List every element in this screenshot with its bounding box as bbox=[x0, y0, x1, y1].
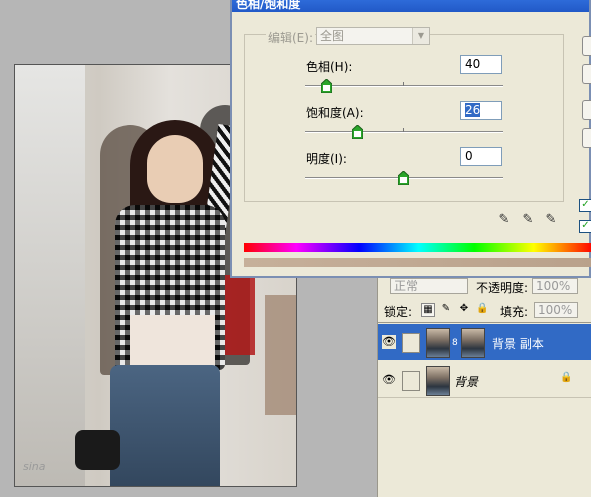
divider bbox=[378, 322, 591, 323]
lightness-slider-thumb[interactable] bbox=[398, 171, 409, 185]
dialog-title: 色相/饱和度 bbox=[236, 0, 301, 11]
hue-spectrum-bar bbox=[244, 243, 591, 252]
cancel-button[interactable] bbox=[582, 64, 591, 84]
ok-button[interactable] bbox=[582, 36, 591, 56]
lock-paint-icon[interactable]: ✎ bbox=[440, 303, 452, 315]
hue-saturation-dialog: 色相/饱和度 编辑(E): 全图 ▼ 色相(H): 40 饱和度(A): 26 … bbox=[230, 0, 591, 278]
layer-row[interactable]: 👁 背景 🔒 bbox=[378, 364, 591, 396]
saturation-input[interactable]: 26 bbox=[460, 101, 502, 120]
edit-dropdown-value: 全图 bbox=[320, 29, 345, 43]
opacity-label: 不透明度: bbox=[476, 281, 529, 295]
lightness-input[interactable]: 0 bbox=[460, 147, 502, 166]
hue-slider-thumb[interactable] bbox=[321, 79, 332, 93]
save-button[interactable] bbox=[582, 128, 591, 148]
jeans bbox=[110, 365, 220, 486]
edit-label: 编辑(E): bbox=[266, 29, 315, 46]
link-icon: 8 bbox=[452, 338, 458, 348]
brush-icon bbox=[402, 333, 420, 353]
layer-name: 背景 bbox=[454, 375, 479, 389]
layer-thumbnail bbox=[426, 366, 450, 396]
lock-position-icon[interactable]: ✥ bbox=[458, 303, 470, 315]
watermark: sina bbox=[23, 460, 46, 473]
layer-thumbnail bbox=[426, 328, 450, 358]
eyedropper-icon[interactable]: ✎ bbox=[496, 212, 512, 228]
visibility-eye-icon[interactable]: 👁 bbox=[382, 373, 396, 387]
edit-dropdown[interactable]: 全图 ▼ bbox=[316, 27, 430, 45]
layer-name: 背景 副本 bbox=[492, 337, 544, 351]
chevron-down-icon: ▼ bbox=[412, 28, 429, 44]
preview-checkbox[interactable]: ✓ bbox=[579, 220, 591, 233]
layer-link-box bbox=[402, 371, 420, 391]
white-top bbox=[130, 315, 215, 370]
fill-label: 填充: bbox=[500, 305, 529, 319]
background-blur bbox=[15, 65, 85, 486]
saturation-slider-midtick bbox=[403, 128, 404, 132]
face bbox=[147, 135, 203, 203]
lightness-label: 明度(I): bbox=[306, 152, 347, 166]
layer-row[interactable]: 👁 8 背景 副本 bbox=[378, 324, 591, 360]
eyedropper-minus-icon[interactable]: ✎ bbox=[543, 212, 559, 228]
saturation-label: 饱和度(A): bbox=[306, 106, 364, 120]
hue-slider-midtick bbox=[403, 82, 404, 86]
fill-input[interactable]: 100% bbox=[534, 302, 578, 318]
hue-label: 色相(H): bbox=[306, 60, 353, 74]
lock-label: 锁定: bbox=[384, 305, 413, 319]
red-background-shape bbox=[220, 275, 255, 355]
visibility-eye-icon[interactable]: 👁 bbox=[382, 335, 396, 349]
lock-icon: 🔒 bbox=[560, 372, 573, 383]
dialog-title-bar[interactable]: 色相/饱和度 bbox=[232, 0, 589, 12]
load-button[interactable] bbox=[582, 100, 591, 120]
opacity-input[interactable]: 100% bbox=[532, 278, 578, 294]
lock-transparency-icon[interactable]: ▦ bbox=[421, 303, 435, 317]
camera bbox=[75, 430, 120, 470]
lock-all-icon[interactable]: 🔒 bbox=[476, 303, 488, 315]
hue-result-bar bbox=[244, 258, 591, 267]
colorize-checkbox[interactable]: ✓ bbox=[579, 199, 591, 212]
saturation-slider-thumb[interactable] bbox=[352, 125, 363, 139]
hue-input[interactable]: 40 bbox=[460, 55, 502, 74]
eyedropper-plus-icon[interactable]: ✎ bbox=[520, 212, 536, 228]
background-figure-right bbox=[265, 295, 296, 415]
blend-mode-dropdown[interactable]: 正常 bbox=[390, 278, 468, 294]
hue-slider-track[interactable] bbox=[305, 85, 503, 87]
saturation-slider-track[interactable] bbox=[305, 131, 503, 133]
divider bbox=[378, 397, 591, 398]
layers-panel: 正常 不透明度: 100% 锁定: ▦ ✎ ✥ 🔒 填充: 100% 👁 8 背… bbox=[377, 278, 591, 497]
layer-thumbnail bbox=[461, 328, 485, 358]
